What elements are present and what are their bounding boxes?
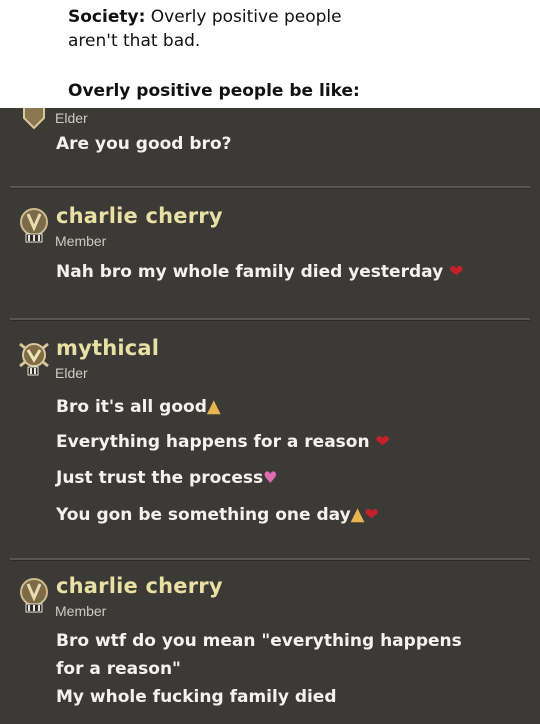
chat-message: Are you good bro?: [56, 134, 232, 154]
chat-panel: Elder Are you good bro? charlie cherry M…: [0, 108, 540, 724]
chat-message-text: Everything happens for a reason: [56, 432, 370, 452]
username[interactable]: mythical: [56, 336, 159, 360]
caption-line-3: Overly positive people be like:: [68, 81, 360, 101]
chat-message: Nah bro my whole family died yesterday ❤: [56, 262, 463, 282]
post-role-label: Elder: [55, 110, 88, 126]
caption-line-2: aren't that bad.: [68, 31, 201, 51]
chat-message: Bro it's all good▲: [56, 396, 221, 417]
post-role-label: Elder: [55, 365, 88, 381]
broken-heart-emoji: ❤: [449, 262, 464, 282]
caption-society-label: Society:: [68, 7, 146, 27]
post-role-label: Member: [55, 233, 107, 249]
post-divider: [10, 186, 530, 189]
username[interactable]: charlie cherry: [56, 204, 223, 228]
chat-message: for a reason": [56, 659, 181, 679]
username[interactable]: charlie cherry: [56, 574, 223, 598]
folded-hands-emoji: ▲: [350, 504, 365, 525]
post-role-label: Member: [55, 603, 107, 619]
red-heart-emoji: ❤: [375, 432, 390, 452]
chat-message: Just trust the process♥: [56, 468, 277, 488]
meme-caption: Society: Overly positive people aren't t…: [0, 0, 540, 108]
chat-message-text: Nah bro my whole family died yesterday: [56, 262, 444, 282]
elder-rank-badge-icon: [19, 342, 49, 376]
chat-message-text: You gon be something one day: [56, 505, 351, 525]
member-rank-badge-icon: [20, 578, 48, 613]
member-rank-badge-icon: [20, 208, 48, 243]
caption-line-1-text: Overly positive people: [145, 7, 342, 27]
chat-message: You gon be something one day▲❤: [56, 504, 379, 525]
elder-rank-badge-icon: [23, 108, 45, 130]
folded-hands-emoji: ▲: [206, 396, 221, 417]
caption-line-1: Society: Overly positive people: [68, 6, 342, 28]
chat-message: Everything happens for a reason ❤: [56, 432, 390, 452]
post-divider: [10, 318, 530, 321]
chat-message-text: Bro it's all good: [56, 397, 207, 417]
chat-message: Bro wtf do you mean "everything happens: [56, 631, 462, 651]
red-heart-emoji: ❤: [364, 505, 379, 525]
chat-message: My whole fucking family died: [56, 687, 337, 707]
chat-message-text: Just trust the process: [56, 468, 264, 488]
two-hearts-emoji: ♥: [263, 468, 278, 487]
post-divider: [10, 558, 530, 561]
